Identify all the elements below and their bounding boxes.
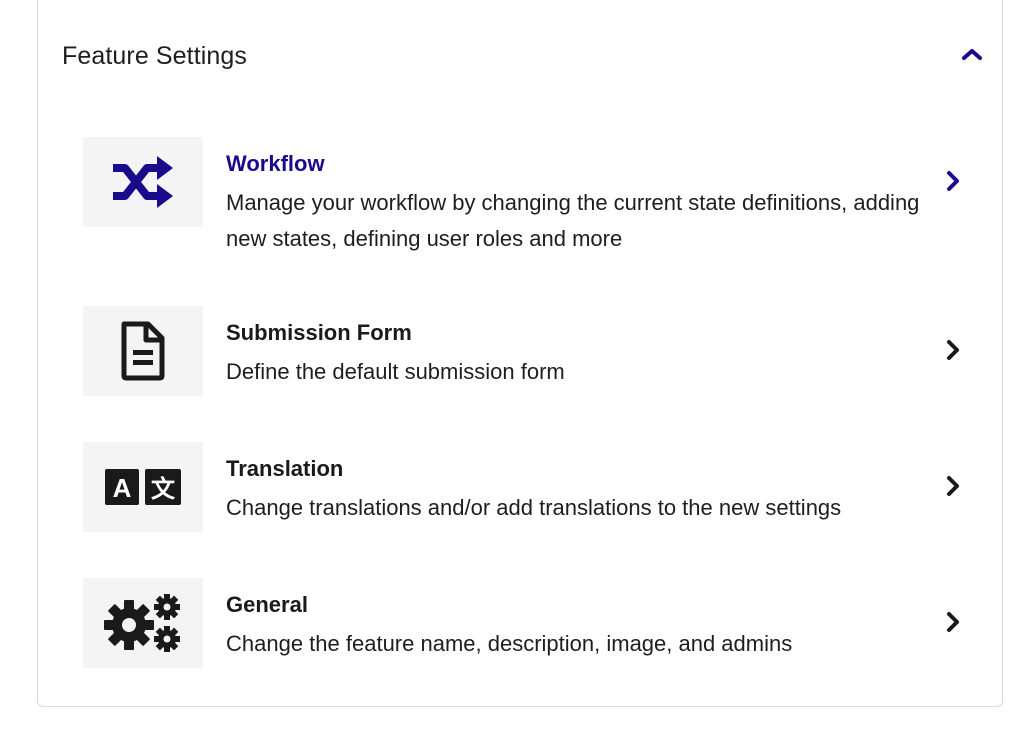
settings-item-translation[interactable]: A 文 Translation Change translations and/…: [83, 442, 983, 532]
chevron-up-icon: [962, 49, 982, 60]
icon-tile: [83, 137, 203, 227]
item-description: Manage your workflow by changing the cur…: [226, 190, 920, 251]
item-title: Translation: [226, 456, 344, 481]
panel-title: Feature Settings: [62, 42, 248, 70]
settings-item-general[interactable]: General Change the feature name, descrip…: [83, 578, 983, 668]
item-title: Submission Form: [226, 320, 412, 345]
item-description: Change translations and/or add translati…: [226, 495, 842, 520]
item-description: Define the default submission form: [226, 359, 565, 384]
gears-icon: [104, 594, 180, 652]
item-title: General: [226, 592, 308, 617]
item-title: Workflow: [226, 151, 325, 176]
settings-item-submission-form[interactable]: Submission Form Define the default submi…: [83, 306, 983, 396]
chevron-right-icon[interactable]: [941, 169, 965, 193]
chevron-right-icon[interactable]: [941, 474, 965, 498]
translate-icon: A 文: [105, 469, 181, 505]
settings-item-workflow[interactable]: Workflow Manage your workflow by changin…: [83, 137, 983, 251]
icon-tile: [83, 578, 203, 668]
svg-text:文: 文: [151, 475, 176, 503]
icon-tile: [83, 306, 203, 396]
feature-settings-panel: Feature Settings Workflow Manage your wo…: [37, 0, 1003, 707]
svg-text:A: A: [113, 473, 132, 503]
collapse-button[interactable]: [952, 38, 992, 70]
chevron-right-icon[interactable]: [941, 338, 965, 362]
document-icon: [121, 321, 165, 381]
icon-tile: A 文: [83, 442, 203, 532]
item-description: Change the feature name, description, im…: [226, 631, 793, 656]
chevron-right-icon[interactable]: [941, 610, 965, 634]
shuffle-icon: [113, 156, 173, 208]
